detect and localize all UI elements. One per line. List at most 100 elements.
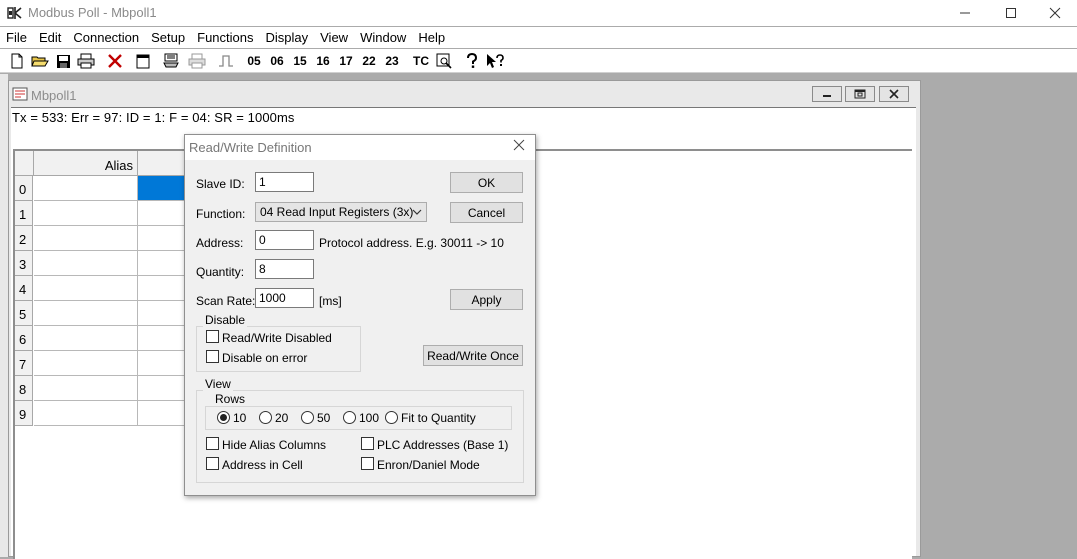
dialog-close-button[interactable] — [511, 139, 527, 155]
quantity-input[interactable]: 8 — [255, 259, 314, 279]
toolbar-separator — [458, 52, 459, 70]
read-write-once-button[interactable]: Read/Write Once — [423, 345, 523, 366]
alias-cell-7[interactable] — [34, 351, 138, 376]
row-header-3: 3 — [15, 251, 33, 276]
chevron-down-icon — [412, 209, 422, 215]
fc-17-button[interactable]: 17 — [336, 52, 356, 70]
new-button[interactable] — [8, 52, 26, 70]
disconnect-button[interactable] — [105, 52, 125, 70]
alias-cell-6[interactable] — [34, 326, 138, 351]
rows-20-label: 20 — [275, 411, 289, 425]
minimize-icon — [823, 95, 831, 97]
menu-connection[interactable]: Connection — [67, 27, 145, 48]
alias-cell-3[interactable] — [34, 251, 138, 276]
slave-id-input[interactable]: 1 — [255, 172, 314, 192]
menu-display[interactable]: Display — [260, 27, 315, 48]
toolbar: 05 06 15 16 17 22 23 TC — [0, 49, 1077, 73]
dialog-titlebar[interactable]: Read/Write Definition — [185, 135, 535, 160]
maximize-button[interactable] — [988, 0, 1034, 26]
monitor-search-icon — [436, 53, 452, 69]
toolbar-separator — [240, 52, 241, 70]
read-write-disabled-checkbox[interactable] — [206, 330, 219, 343]
scan-rate-input[interactable]: 1000 — [255, 288, 314, 308]
alias-cell-9[interactable] — [34, 401, 138, 426]
help-button[interactable] — [463, 52, 481, 70]
address-input[interactable]: 0 — [255, 230, 314, 250]
alias-cell-4[interactable] — [34, 276, 138, 301]
child-minimize-button[interactable] — [812, 86, 842, 102]
open-button[interactable] — [30, 52, 50, 70]
read-write-definition-button[interactable] — [161, 52, 183, 70]
alias-cell-1[interactable] — [34, 201, 138, 226]
fc-23-button[interactable]: 23 — [382, 52, 402, 70]
window-button[interactable] — [133, 52, 153, 70]
row-header-2: 2 — [15, 226, 33, 251]
ok-button[interactable]: OK — [450, 172, 523, 193]
alias-cell-0[interactable] — [34, 176, 138, 201]
menu-edit[interactable]: Edit — [33, 27, 67, 48]
plc-addresses-checkbox[interactable] — [361, 437, 374, 450]
printer-disabled-icon — [188, 53, 206, 69]
disable-on-error-checkbox[interactable] — [206, 350, 219, 363]
rows-50-radio[interactable] — [301, 411, 314, 424]
context-help-button[interactable] — [485, 52, 505, 70]
child-close-button[interactable] — [879, 86, 909, 102]
apply-button[interactable]: Apply — [450, 289, 523, 310]
address-in-cell-checkbox[interactable] — [206, 457, 219, 470]
enron-daniel-mode-checkbox[interactable] — [361, 457, 374, 470]
single-read-button[interactable] — [216, 52, 236, 70]
new-document-icon — [11, 53, 23, 69]
pulse-icon — [219, 55, 233, 67]
rows-fit-radio[interactable] — [385, 411, 398, 424]
row-header-9: 9 — [15, 401, 33, 426]
hide-alias-columns-checkbox[interactable] — [206, 437, 219, 450]
close-icon — [1049, 7, 1061, 19]
view-group-title: View — [203, 377, 233, 391]
fc-15-button[interactable]: 15 — [290, 52, 310, 70]
rows-10-radio[interactable] — [217, 411, 230, 424]
menu-help[interactable]: Help — [412, 27, 451, 48]
printer-icon — [77, 53, 95, 69]
fc-05-button[interactable]: 05 — [244, 52, 264, 70]
close-icon — [889, 89, 899, 99]
rows-100-radio[interactable] — [343, 411, 356, 424]
function-select-value: 04 Read Input Registers (3x) — [260, 205, 414, 219]
open-folder-icon — [31, 56, 49, 67]
menu-setup[interactable]: Setup — [145, 27, 191, 48]
menu-window[interactable]: Window — [354, 27, 412, 48]
communication-button[interactable] — [434, 52, 454, 70]
child-restore-button[interactable] — [845, 86, 875, 102]
rows-20-radio[interactable] — [259, 411, 272, 424]
minimize-icon — [960, 12, 970, 14]
app-titlebar: Modbus Poll - Mbpoll1 — [0, 0, 1077, 26]
child-title: Mbpoll1 — [31, 88, 77, 103]
rows-group-title: Rows — [213, 392, 248, 406]
alias-cell-2[interactable] — [34, 226, 138, 251]
alias-cell-8[interactable] — [34, 376, 138, 401]
poll-status-line: Tx = 533: Err = 97: ID = 1: F = 04: SR =… — [12, 110, 295, 125]
grid-corner — [15, 151, 34, 176]
save-button[interactable] — [54, 52, 72, 70]
plc-addresses-label: PLC Addresses (Base 1) — [377, 438, 509, 452]
alias-cell-5[interactable] — [34, 301, 138, 326]
fc-16-button[interactable]: 16 — [313, 52, 333, 70]
cancel-button[interactable]: Cancel — [450, 202, 523, 223]
fc-06-button[interactable]: 06 — [267, 52, 287, 70]
function-select[interactable]: 04 Read Input Registers (3x) — [255, 202, 427, 222]
context-help-icon — [487, 54, 504, 68]
print-data-button[interactable] — [186, 52, 208, 70]
menu-view[interactable]: View — [314, 27, 354, 48]
menu-file[interactable]: File — [0, 27, 33, 48]
menu-functions[interactable]: Functions — [191, 27, 259, 48]
read-write-definition-dialog: Read/Write Definition Slave ID: 1 OK Fun… — [184, 134, 536, 496]
dialog-title: Read/Write Definition — [189, 140, 312, 155]
child-titlebar[interactable]: Mbpoll1 — [9, 81, 920, 107]
tc-button[interactable]: TC — [411, 52, 431, 70]
print-button[interactable] — [76, 52, 96, 70]
minimize-button[interactable] — [942, 0, 988, 26]
close-button[interactable] — [1032, 0, 1077, 26]
scan-rate-label: Scan Rate: — [196, 294, 256, 308]
close-icon — [513, 139, 525, 151]
alias-column-header[interactable]: Alias — [34, 151, 138, 176]
fc-22-button[interactable]: 22 — [359, 52, 379, 70]
